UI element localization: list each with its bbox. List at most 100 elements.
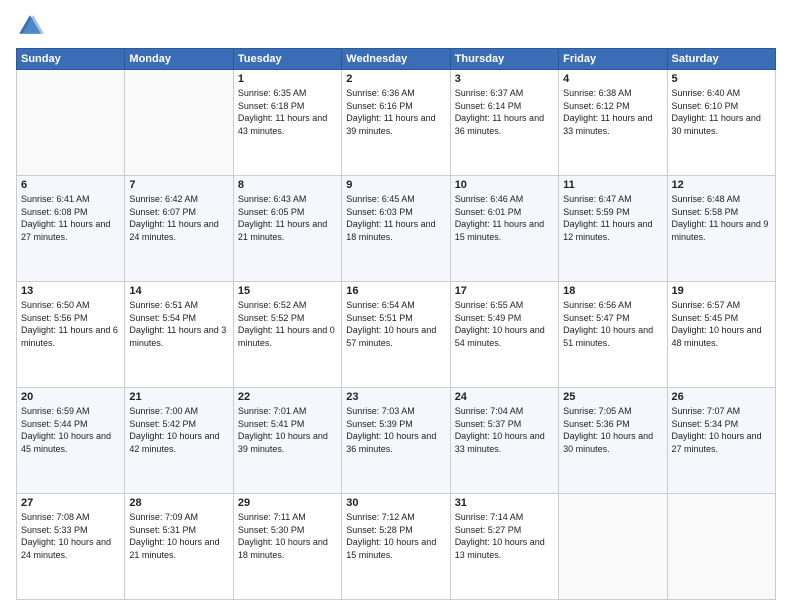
day-info: Sunrise: 7:14 AM Sunset: 5:27 PM Dayligh… [455, 511, 554, 561]
day-info: Sunrise: 6:42 AM Sunset: 6:07 PM Dayligh… [129, 193, 228, 243]
day-info: Sunrise: 6:52 AM Sunset: 5:52 PM Dayligh… [238, 299, 337, 349]
day-info: Sunrise: 7:05 AM Sunset: 5:36 PM Dayligh… [563, 405, 662, 455]
day-number: 18 [563, 285, 662, 297]
day-number: 25 [563, 391, 662, 403]
calendar-cell: 8 Sunrise: 6:43 AM Sunset: 6:05 PM Daylig… [233, 176, 341, 282]
day-info: Sunrise: 6:54 AM Sunset: 5:51 PM Dayligh… [346, 299, 445, 349]
day-number: 2 [346, 73, 445, 85]
page: SundayMondayTuesdayWednesdayThursdayFrid… [0, 0, 792, 612]
calendar-cell: 20 Sunrise: 6:59 AM Sunset: 5:44 PM Dayli… [17, 388, 125, 494]
calendar-cell: 21Sunrise: 7:00 AM Sunset: 5:42 PM Dayli… [125, 388, 233, 494]
day-info: Sunrise: 6:57 AM Sunset: 5:45 PM Dayligh… [672, 299, 771, 349]
calendar-cell [17, 70, 125, 176]
day-number: 15 [238, 285, 337, 297]
calendar-cell: 30 Sunrise: 7:12 AM Sunset: 5:28 PM Dayli… [342, 494, 450, 600]
day-number: 13 [21, 285, 120, 297]
calendar-cell: 27 Sunrise: 7:08 AM Sunset: 5:33 PM Dayli… [17, 494, 125, 600]
weekday-header-tuesday: Tuesday [233, 49, 341, 70]
weekday-header-monday: Monday [125, 49, 233, 70]
weekday-header-saturday: Saturday [667, 49, 775, 70]
calendar-cell: 28 Sunrise: 7:09 AM Sunset: 5:31 PM Dayli… [125, 494, 233, 600]
day-info: Sunrise: 7:09 AM Sunset: 5:31 PM Dayligh… [129, 511, 228, 561]
logo [16, 12, 48, 40]
day-info: Sunrise: 7:04 AM Sunset: 5:37 PM Dayligh… [455, 405, 554, 455]
day-info: Sunrise: 6:56 AM Sunset: 5:47 PM Dayligh… [563, 299, 662, 349]
day-info: Sunrise: 6:38 AM Sunset: 6:12 PM Dayligh… [563, 87, 662, 137]
day-number: 20 [21, 391, 120, 403]
day-info: Sunrise: 6:59 AM Sunset: 5:44 PM Dayligh… [21, 405, 120, 455]
calendar-cell: 3 Sunrise: 6:37 AM Sunset: 6:14 PM Daylig… [450, 70, 558, 176]
calendar-cell: 29Sunrise: 7:11 AM Sunset: 5:30 PM Dayli… [233, 494, 341, 600]
calendar-table: SundayMondayTuesdayWednesdayThursdayFrid… [16, 48, 776, 600]
day-number: 6 [21, 179, 120, 191]
day-info: Sunrise: 7:00 AM Sunset: 5:42 PM Dayligh… [129, 405, 228, 455]
day-info: Sunrise: 7:07 AM Sunset: 5:34 PM Dayligh… [672, 405, 771, 455]
weekday-header-sunday: Sunday [17, 49, 125, 70]
calendar-cell [125, 70, 233, 176]
day-number: 1 [238, 73, 337, 85]
day-info: Sunrise: 6:40 AM Sunset: 6:10 PM Dayligh… [672, 87, 771, 137]
day-info: Sunrise: 7:11 AM Sunset: 5:30 PM Dayligh… [238, 511, 337, 561]
day-info: Sunrise: 6:36 AM Sunset: 6:16 PM Dayligh… [346, 87, 445, 137]
calendar-cell: 31 Sunrise: 7:14 AM Sunset: 5:27 PM Dayli… [450, 494, 558, 600]
day-info: Sunrise: 6:51 AM Sunset: 5:54 PM Dayligh… [129, 299, 228, 349]
calendar-cell [559, 494, 667, 600]
calendar-cell: 11 Sunrise: 6:47 AM Sunset: 5:59 PM Dayli… [559, 176, 667, 282]
calendar-cell: 13Sunrise: 6:50 AM Sunset: 5:56 PM Dayli… [17, 282, 125, 388]
day-info: Sunrise: 7:01 AM Sunset: 5:41 PM Dayligh… [238, 405, 337, 455]
calendar-cell: 15 Sunrise: 6:52 AM Sunset: 5:52 PM Dayli… [233, 282, 341, 388]
day-number: 26 [672, 391, 771, 403]
weekday-header-wednesday: Wednesday [342, 49, 450, 70]
day-info: Sunrise: 6:43 AM Sunset: 6:05 PM Dayligh… [238, 193, 337, 243]
day-number: 24 [455, 391, 554, 403]
calendar-cell: 12 Sunrise: 6:48 AM Sunset: 5:58 PM Dayli… [667, 176, 775, 282]
day-number: 19 [672, 285, 771, 297]
day-number: 4 [563, 73, 662, 85]
calendar-cell: 2 Sunrise: 6:36 AM Sunset: 6:16 PM Daylig… [342, 70, 450, 176]
day-number: 12 [672, 179, 771, 191]
weekday-header-row: SundayMondayTuesdayWednesdayThursdayFrid… [17, 49, 776, 70]
calendar-cell: 9 Sunrise: 6:45 AM Sunset: 6:03 PM Daylig… [342, 176, 450, 282]
day-info: Sunrise: 7:03 AM Sunset: 5:39 PM Dayligh… [346, 405, 445, 455]
day-number: 9 [346, 179, 445, 191]
calendar-cell: 24 Sunrise: 7:04 AM Sunset: 5:37 PM Dayli… [450, 388, 558, 494]
calendar-week-row: 20 Sunrise: 6:59 AM Sunset: 5:44 PM Dayli… [17, 388, 776, 494]
day-number: 27 [21, 497, 120, 509]
day-info: Sunrise: 6:55 AM Sunset: 5:49 PM Dayligh… [455, 299, 554, 349]
calendar-cell: 10Sunrise: 6:46 AM Sunset: 6:01 PM Dayli… [450, 176, 558, 282]
calendar-cell: 14 Sunrise: 6:51 AM Sunset: 5:54 PM Dayli… [125, 282, 233, 388]
calendar-week-row: 27 Sunrise: 7:08 AM Sunset: 5:33 PM Dayli… [17, 494, 776, 600]
calendar-cell: 6 Sunrise: 6:41 AM Sunset: 6:08 PM Daylig… [17, 176, 125, 282]
calendar-week-row: 6 Sunrise: 6:41 AM Sunset: 6:08 PM Daylig… [17, 176, 776, 282]
calendar-cell: 17Sunrise: 6:55 AM Sunset: 5:49 PM Dayli… [450, 282, 558, 388]
calendar-cell: 18 Sunrise: 6:56 AM Sunset: 5:47 PM Dayli… [559, 282, 667, 388]
calendar-cell: 25 Sunrise: 7:05 AM Sunset: 5:36 PM Dayli… [559, 388, 667, 494]
day-info: Sunrise: 6:48 AM Sunset: 5:58 PM Dayligh… [672, 193, 771, 243]
day-number: 14 [129, 285, 228, 297]
day-number: 23 [346, 391, 445, 403]
day-number: 11 [563, 179, 662, 191]
day-number: 22 [238, 391, 337, 403]
calendar-week-row: 1 Sunrise: 6:35 AM Sunset: 6:18 PM Daylig… [17, 70, 776, 176]
day-info: Sunrise: 7:12 AM Sunset: 5:28 PM Dayligh… [346, 511, 445, 561]
day-number: 3 [455, 73, 554, 85]
calendar-cell: 5Sunrise: 6:40 AM Sunset: 6:10 PM Daylig… [667, 70, 775, 176]
day-info: Sunrise: 6:47 AM Sunset: 5:59 PM Dayligh… [563, 193, 662, 243]
header [16, 12, 776, 40]
day-info: Sunrise: 7:08 AM Sunset: 5:33 PM Dayligh… [21, 511, 120, 561]
calendar-cell: 1 Sunrise: 6:35 AM Sunset: 6:18 PM Daylig… [233, 70, 341, 176]
day-info: Sunrise: 6:35 AM Sunset: 6:18 PM Dayligh… [238, 87, 337, 137]
calendar-week-row: 13Sunrise: 6:50 AM Sunset: 5:56 PM Dayli… [17, 282, 776, 388]
day-number: 7 [129, 179, 228, 191]
calendar-cell: 26 Sunrise: 7:07 AM Sunset: 5:34 PM Dayli… [667, 388, 775, 494]
calendar-cell: 16Sunrise: 6:54 AM Sunset: 5:51 PM Dayli… [342, 282, 450, 388]
day-number: 31 [455, 497, 554, 509]
day-number: 30 [346, 497, 445, 509]
day-info: Sunrise: 6:45 AM Sunset: 6:03 PM Dayligh… [346, 193, 445, 243]
logo-icon [16, 12, 44, 40]
day-info: Sunrise: 6:37 AM Sunset: 6:14 PM Dayligh… [455, 87, 554, 137]
day-number: 8 [238, 179, 337, 191]
calendar-cell: 22 Sunrise: 7:01 AM Sunset: 5:41 PM Dayli… [233, 388, 341, 494]
day-number: 28 [129, 497, 228, 509]
day-info: Sunrise: 6:41 AM Sunset: 6:08 PM Dayligh… [21, 193, 120, 243]
